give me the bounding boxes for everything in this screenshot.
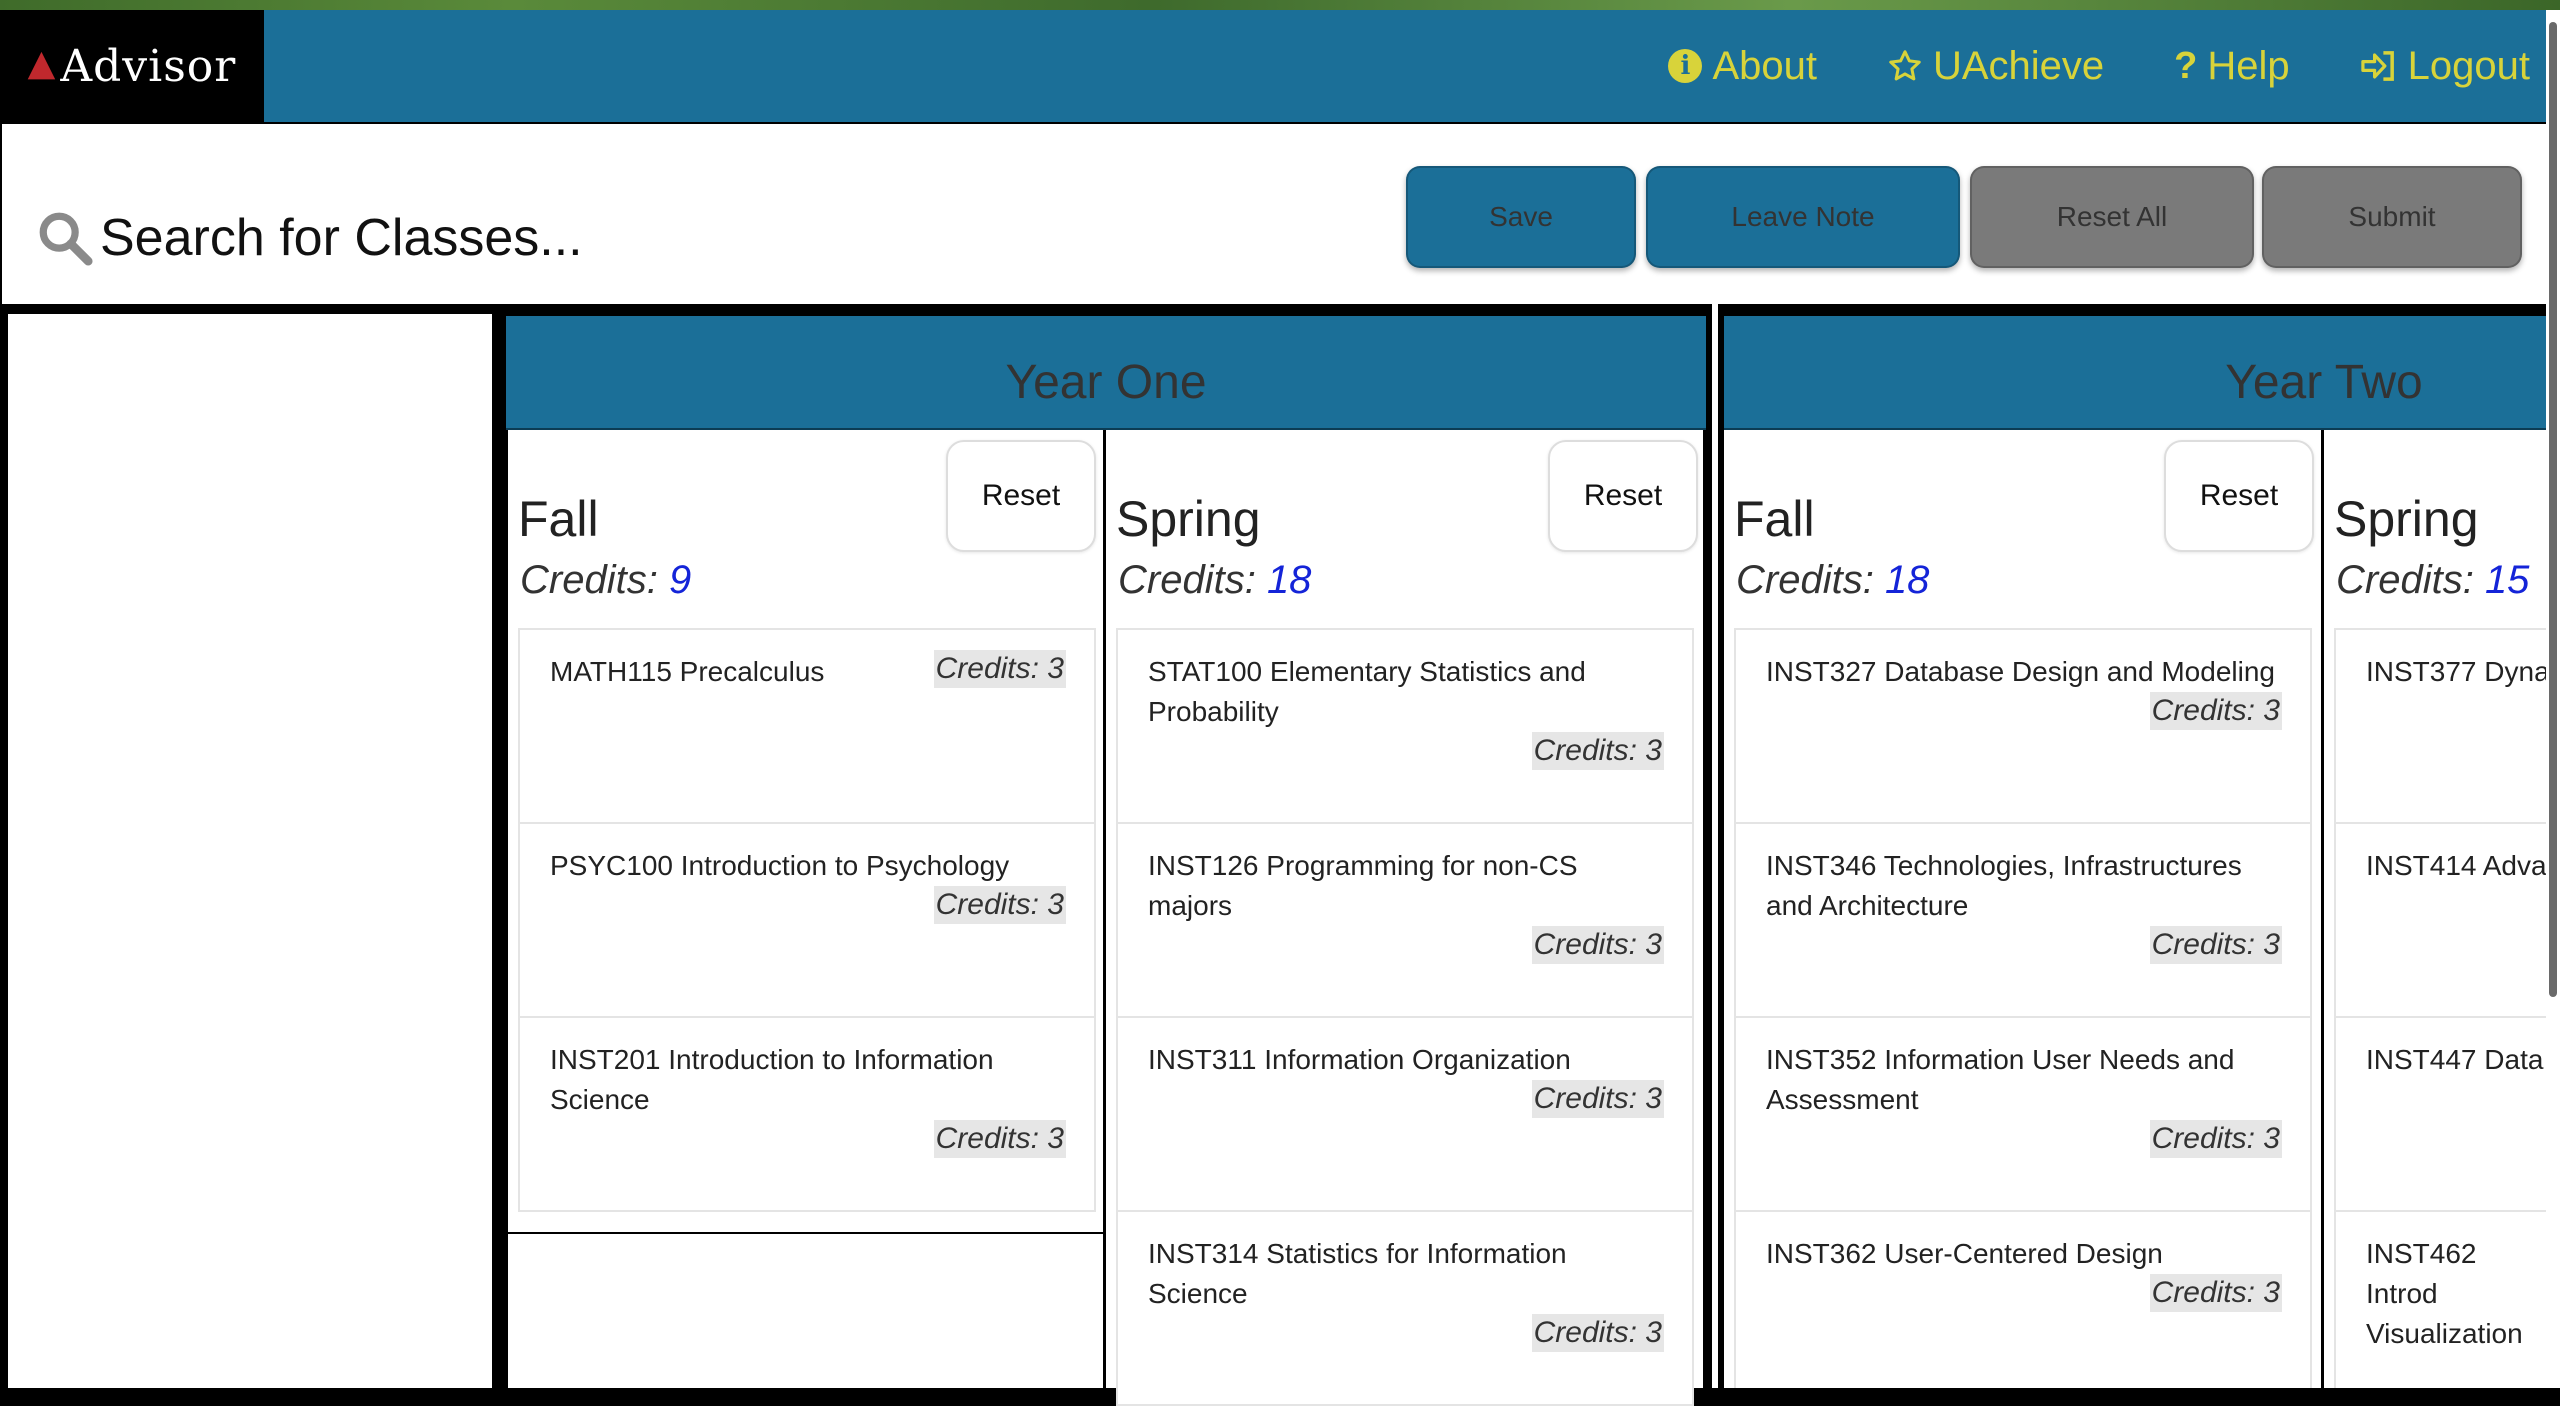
semester-year2-fall: Fall Credits: 18 Reset INST327 Database … [1724, 430, 2324, 1388]
course-list: MATH115 Precalculus Credits: 3 PSYC100 I… [518, 628, 1096, 1212]
nav-menu: i About UAchieve ? Help Logout [1668, 10, 2530, 122]
semester-credits: Credits: 9 [520, 558, 692, 602]
year-two: Year Two Fall Credits: 18 Reset INST327 … [1724, 316, 2546, 1388]
course-card[interactable]: INST126 Programming for non-CS majors Cr… [1116, 822, 1694, 1018]
year-title: Year Two [2225, 355, 2423, 409]
sign-in-icon [2360, 48, 2398, 84]
course-credits: Credits: 3 [933, 1120, 1066, 1158]
toolbar: Search for Classes... Save Leave Note Re… [2, 124, 2546, 304]
course-name: INST377 Dynar [2366, 656, 2546, 687]
semester-year2-spring: Spring Credits: 15 INST377 Dynar INST414… [2324, 430, 2546, 1388]
logo[interactable]: ▲Advisor [0, 10, 264, 122]
course-card[interactable]: MATH115 Precalculus Credits: 3 [518, 628, 1096, 824]
year-one: Year One Fall Credits: 9 Reset MATH115 P… [506, 316, 1706, 1406]
semester-divider [508, 1232, 1108, 1234]
background-strip [0, 0, 2560, 10]
course-card[interactable]: INST462 Introd Visualization [2334, 1210, 2546, 1388]
course-card[interactable]: INST327 Database Design and Modeling Cre… [1734, 628, 2312, 824]
graduation-cap-icon: ▲ [27, 42, 57, 84]
course-name: INST447 Data S [2366, 1044, 2546, 1075]
search-classes[interactable]: Search for Classes... [36, 208, 583, 268]
semester-name: Fall [1734, 491, 1815, 547]
course-name: INST352 Information User Needs and Asses… [1766, 1044, 2235, 1115]
course-credits: Credits: 3 [1531, 1080, 1664, 1118]
nav-about[interactable]: i About [1668, 44, 1817, 89]
course-card[interactable]: PSYC100 Introduction to Psychology Credi… [518, 822, 1096, 1018]
course-card[interactable]: INST311 Information Organization Credits… [1116, 1016, 1694, 1212]
semester-credits: Credits: 18 [1118, 558, 1312, 602]
course-credits: Credits: 3 [2149, 1120, 2282, 1158]
course-credits: Credits: 3 [933, 650, 1066, 688]
top-navbar: ▲Advisor i About UAchieve ? Help Logout [0, 10, 2546, 122]
vertical-scrollbar[interactable] [2546, 10, 2560, 1388]
course-name: INST327 Database Design and Modeling [1766, 656, 2275, 687]
planner-area: Year One Fall Credits: 9 Reset MATH115 P… [0, 304, 2546, 1406]
submit-button[interactable]: Submit [2262, 166, 2522, 268]
semester-name: Fall [518, 491, 599, 547]
course-name: INST346 Technologies, Infrastructures an… [1766, 850, 2242, 921]
course-card[interactable]: STAT100 Elementary Statistics and Probab… [1116, 628, 1694, 824]
course-card[interactable]: INST346 Technologies, Infrastructures an… [1734, 822, 2312, 1018]
year-header: Year One [506, 316, 1706, 430]
logo-text: ▲Advisor [27, 40, 237, 92]
reset-all-button[interactable]: Reset All [1970, 166, 2254, 268]
course-list: INST377 Dynar INST414 Advar INST447 Data… [2334, 628, 2546, 1388]
nav-help[interactable]: ? Help [2174, 44, 2289, 89]
reset-semester-button[interactable]: Reset [946, 440, 1096, 552]
course-name: INST201 Introduction to Information Scie… [550, 1044, 994, 1115]
course-name: INST462 Introd Visualization [2366, 1238, 2523, 1349]
course-card[interactable]: INST352 Information User Needs and Asses… [1734, 1016, 2312, 1212]
star-outline-icon [1887, 48, 1923, 84]
semester-name: Spring [1116, 491, 1261, 547]
course-name: INST126 Programming for non-CS majors [1148, 850, 1578, 921]
nav-help-label: Help [2207, 43, 2290, 88]
course-card[interactable]: INST362 User-Centered Design Credits: 3 [1734, 1210, 2312, 1388]
year-header: Year Two [1724, 316, 2546, 430]
course-name: INST311 Information Organization [1148, 1044, 1571, 1075]
reset-semester-button[interactable]: Reset [1548, 440, 1698, 552]
info-circle-icon: i [1668, 49, 1703, 83]
course-card[interactable]: INST447 Data S [2334, 1016, 2546, 1212]
question-icon: ? [2174, 44, 2198, 87]
course-name: MATH115 Precalculus [550, 656, 825, 687]
course-credits: Credits: 3 [2149, 692, 2282, 730]
semester-year1-fall: Fall Credits: 9 Reset MATH115 Precalculu… [506, 430, 1108, 1388]
course-card[interactable]: INST314 Statistics for Information Scien… [1116, 1210, 1694, 1406]
semester-year1-spring: Spring Credits: 18 Reset STAT100 Element… [1106, 430, 1706, 1406]
course-list: STAT100 Elementary Statistics and Probab… [1116, 628, 1694, 1406]
reset-semester-button[interactable]: Reset [2164, 440, 2314, 552]
course-name: INST314 Statistics for Information Scien… [1148, 1238, 1567, 1309]
course-list: INST327 Database Design and Modeling Cre… [1734, 628, 2312, 1388]
course-card[interactable]: INST201 Introduction to Information Scie… [518, 1016, 1096, 1212]
nav-uachieve[interactable]: UAchieve [1887, 44, 2104, 89]
year-title: Year One [1005, 355, 1207, 409]
save-button[interactable]: Save [1406, 166, 1636, 268]
semester-name: Spring [2334, 491, 2479, 547]
course-name: INST414 Advar [2366, 850, 2546, 881]
course-credits: Credits: 3 [2149, 926, 2282, 964]
course-name: PSYC100 Introduction to Psychology [550, 850, 1010, 881]
course-card[interactable]: INST414 Advar [2334, 822, 2546, 1018]
course-name: INST362 User-Centered Design [1766, 1238, 2163, 1269]
nav-logout-label: Logout [2407, 43, 2530, 88]
course-name: STAT100 Elementary Statistics and Probab… [1148, 656, 1586, 727]
nav-about-label: About [1712, 43, 1817, 88]
course-credits: Credits: 3 [1531, 926, 1664, 964]
scrollbar-thumb[interactable] [2549, 22, 2557, 997]
course-credits: Credits: 3 [1531, 732, 1664, 770]
course-credits: Credits: 3 [1531, 1314, 1664, 1352]
nav-logout[interactable]: Logout [2360, 44, 2530, 89]
course-credits: Credits: 3 [2149, 1274, 2282, 1312]
semester-credits: Credits: 15 [2336, 558, 2530, 602]
search-label: Search for Classes... [100, 209, 583, 267]
course-credits: Credits: 3 [933, 886, 1066, 924]
course-card[interactable]: INST377 Dynar [2334, 628, 2546, 824]
leave-note-button[interactable]: Leave Note [1646, 166, 1960, 268]
nav-uachieve-label: UAchieve [1932, 43, 2105, 88]
search-icon [39, 212, 93, 266]
search-results-panel [8, 314, 492, 1388]
semester-credits: Credits: 18 [1736, 558, 1930, 602]
